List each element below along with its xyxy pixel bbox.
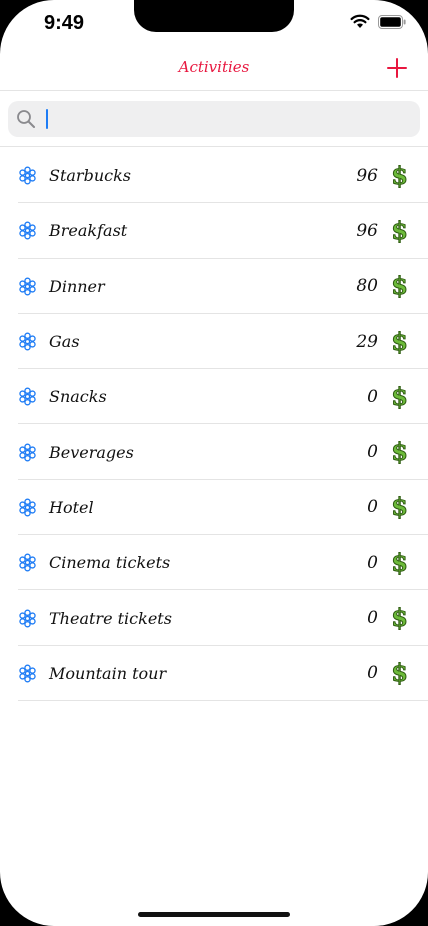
list-item[interactable]: Breakfast 96 $ <box>0 203 428 259</box>
plus-icon <box>387 58 407 78</box>
activity-label: Breakfast <box>49 221 128 241</box>
flower-icon <box>19 498 36 517</box>
search-bar[interactable] <box>8 101 420 137</box>
flower-icon <box>19 553 36 572</box>
flower-icon <box>19 387 36 406</box>
flower-icon <box>19 664 36 683</box>
add-button[interactable] <box>386 57 408 79</box>
list-item[interactable]: Mountain tour 0 $ <box>0 646 428 702</box>
flower-icon <box>19 277 36 296</box>
dollar-icon[interactable]: $ <box>391 163 409 188</box>
activity-value: 0 <box>367 608 378 629</box>
activity-value: 0 <box>367 442 378 463</box>
nav-divider <box>0 90 428 91</box>
battery-icon <box>378 14 406 29</box>
activity-value: 0 <box>367 552 378 573</box>
list-item[interactable]: Dinner 80 $ <box>0 259 428 315</box>
search-input[interactable] <box>40 105 404 133</box>
activity-label: Gas <box>49 332 80 352</box>
search-icon <box>17 110 35 128</box>
search-divider <box>0 146 428 147</box>
activity-label: Dinner <box>49 276 105 296</box>
activity-label: Snacks <box>49 387 107 407</box>
notch <box>134 0 294 32</box>
list-item[interactable]: Gas 29 $ <box>0 314 428 370</box>
dollar-icon[interactable]: $ <box>391 329 409 354</box>
flower-icon <box>19 166 36 185</box>
home-indicator[interactable] <box>138 912 290 917</box>
dollar-icon[interactable]: $ <box>391 550 409 575</box>
activity-label: Starbucks <box>49 166 131 186</box>
status-icons <box>350 14 406 29</box>
list-item[interactable]: Beverages 0 $ <box>0 424 428 481</box>
status-time: 9:49 <box>44 12 85 34</box>
page-title: Activities <box>178 58 250 76</box>
activity-value: 96 <box>356 165 378 186</box>
activity-value: 80 <box>356 276 378 297</box>
flower-icon <box>19 221 36 240</box>
dollar-icon[interactable]: $ <box>391 384 409 409</box>
activity-value: 0 <box>367 497 378 518</box>
dollar-icon[interactable]: $ <box>391 494 409 519</box>
activity-value: 29 <box>356 331 378 352</box>
activity-label: Mountain tour <box>49 663 167 683</box>
text-cursor <box>46 109 48 129</box>
activity-value: 96 <box>356 220 378 241</box>
activity-value: 0 <box>367 663 378 684</box>
list-item[interactable]: Hotel 0 $ <box>0 480 428 536</box>
list-item[interactable]: Snacks 0 $ <box>0 369 428 425</box>
flower-icon <box>19 609 36 627</box>
flower-icon <box>19 332 36 351</box>
dollar-icon[interactable]: $ <box>391 218 409 243</box>
activity-label: Cinema tickets <box>49 553 171 573</box>
list-item[interactable]: Theatre tickets 0 $ <box>0 590 428 646</box>
wifi-icon <box>350 14 370 28</box>
activity-value: 0 <box>367 386 378 407</box>
activity-label: Hotel <box>49 497 94 517</box>
list-item[interactable]: Starbucks 96 $ <box>0 148 428 204</box>
dollar-icon[interactable]: $ <box>391 439 409 464</box>
flower-icon <box>19 443 36 462</box>
list-item[interactable]: Cinema tickets 0 $ <box>0 535 428 591</box>
dollar-icon[interactable]: $ <box>391 605 409 630</box>
screen: 9:49 Activities Starbucks 96 $ Breakfast… <box>0 0 428 926</box>
dollar-icon[interactable]: $ <box>391 273 409 298</box>
activity-label: Beverages <box>49 442 134 462</box>
dollar-icon[interactable]: $ <box>391 660 409 685</box>
activity-label: Theatre tickets <box>49 608 172 628</box>
activity-list: Starbucks 96 $ Breakfast 96 $ Dinner 80 … <box>0 148 428 702</box>
